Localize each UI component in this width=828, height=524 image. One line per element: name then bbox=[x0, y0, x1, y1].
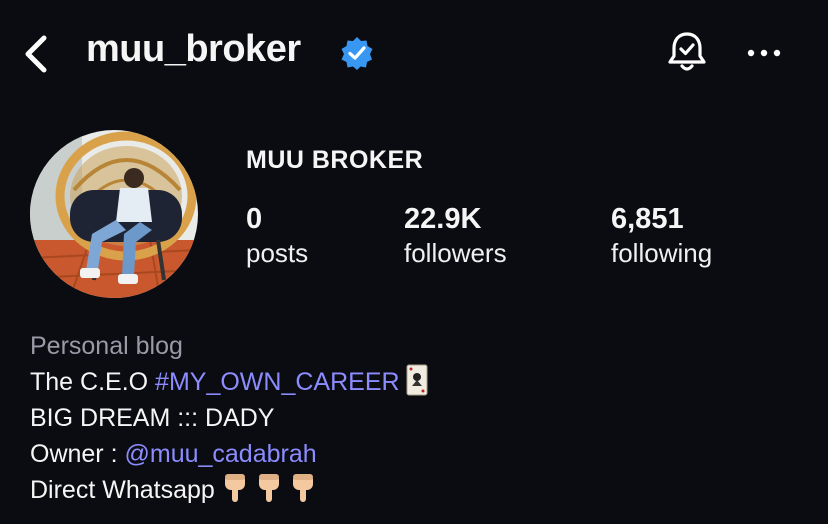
following-count: 6,851 bbox=[611, 203, 684, 235]
avatar-photo bbox=[30, 130, 198, 298]
posts-count: 0 bbox=[246, 203, 263, 235]
bio-line-whatsapp-text: Direct Whatsapp bbox=[30, 476, 215, 504]
pointing-down-hand-icon bbox=[292, 474, 313, 502]
bio-hashtag-link[interactable]: #MY_OWN_CAREER bbox=[155, 368, 400, 396]
bio-line-dream: BIG DREAM ::: DADY bbox=[30, 404, 275, 432]
bio-mention-link[interactable]: @muu_cadabrah bbox=[124, 440, 316, 468]
pointing-down-hand-icon bbox=[224, 474, 245, 502]
bio-category: Personal blog bbox=[30, 332, 183, 360]
verified-badge-icon bbox=[341, 37, 373, 70]
profile-bio: Personal blog The C.E.O #MY_OWN_CAREER B… bbox=[30, 328, 428, 508]
more-options-icon[interactable] bbox=[744, 38, 784, 68]
profile-username: muu_broker bbox=[86, 28, 301, 70]
profile-display-name: MUU BROKER bbox=[246, 146, 424, 174]
following-label: following bbox=[611, 238, 713, 268]
profile-header: muu_broker bbox=[0, 0, 828, 110]
posts-count-stat[interactable]: 0 posts bbox=[246, 202, 308, 270]
bio-line-whatsapp: Direct Whatsapp bbox=[30, 472, 428, 508]
joker-card-icon bbox=[406, 364, 428, 396]
followers-label: followers bbox=[404, 238, 507, 268]
profile-avatar[interactable] bbox=[30, 130, 198, 298]
posts-label: posts bbox=[246, 238, 309, 268]
notification-bell-icon[interactable] bbox=[664, 28, 710, 76]
bio-line-owner-text: Owner : bbox=[30, 440, 125, 468]
followers-count-stat[interactable]: 22.9K followers bbox=[404, 202, 507, 270]
followers-count: 22.9K bbox=[404, 203, 482, 235]
back-chevron-icon[interactable] bbox=[18, 32, 58, 76]
following-count-stat[interactable]: 6,851 following bbox=[611, 202, 712, 270]
bio-line-owner: Owner : @muu_cadabrah bbox=[30, 436, 428, 472]
bio-line-ceo: The C.E.O #MY_OWN_CAREER bbox=[30, 364, 428, 400]
pointing-down-hand-icon bbox=[258, 474, 279, 502]
bio-line-ceo-text: The C.E.O bbox=[30, 368, 156, 396]
